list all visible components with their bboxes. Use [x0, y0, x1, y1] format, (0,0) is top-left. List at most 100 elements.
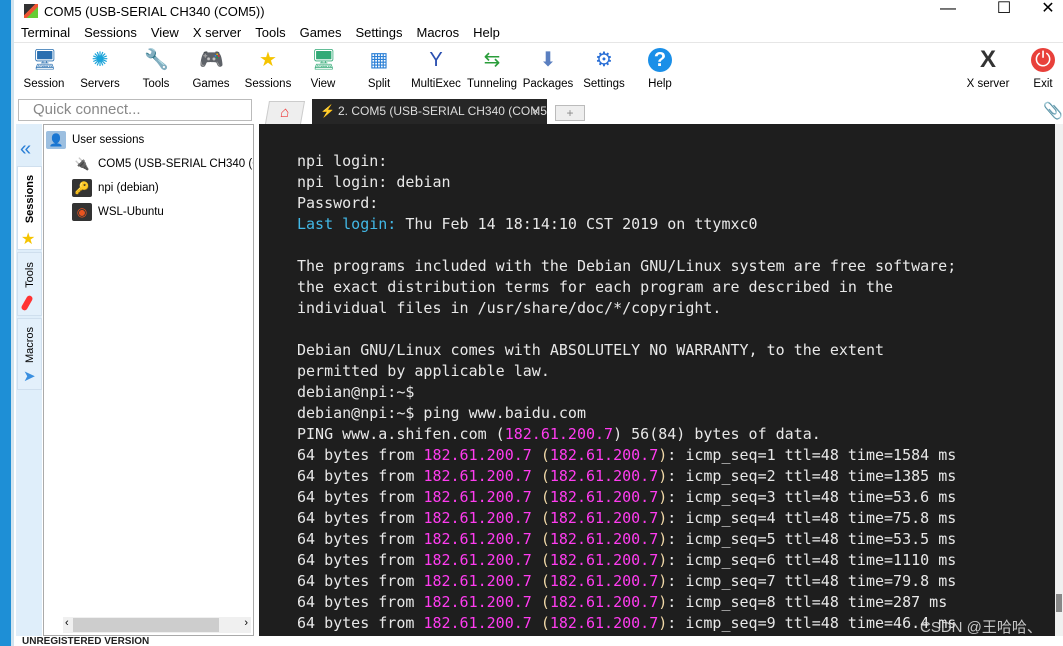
view-button[interactable]: 🖥 View	[295, 44, 351, 90]
session-button[interactable]: 🖥 Session	[16, 44, 72, 90]
tab-close-button[interactable]: ×	[532, 99, 539, 124]
menu-help[interactable]: Help	[466, 22, 507, 42]
terminal-text: 64 bytes from	[297, 509, 424, 527]
terminal-text: (	[531, 614, 550, 632]
terminal-text: Thu Feb 14 18:14:10 CST 2019 on ttymxc0	[396, 215, 758, 233]
scroll-right-icon[interactable]: ›	[244, 617, 248, 629]
tab-com5[interactable]: ⚡ 2. COM5 (USB-SERIAL CH340 (COM5)) ×	[312, 99, 547, 124]
help-button[interactable]: ? Help	[632, 44, 688, 90]
ip-address: 182.61.200.7	[549, 467, 659, 485]
terminal-text: )	[658, 488, 668, 506]
ip-address: 182.61.200.7	[549, 530, 659, 548]
terminal-text: (	[531, 509, 550, 527]
scroll-left-icon[interactable]: ‹	[65, 617, 69, 629]
terminal-text: : icmp_seq=7 ttl=48 time=79.8 ms	[667, 572, 957, 590]
watermark: CSDN @王哈哈、	[920, 619, 1042, 636]
tree-item-npi[interactable]: 🔑 npi (debian)	[72, 179, 159, 197]
terminal-line: The programs included with the Debian GN…	[297, 256, 956, 277]
menu-terminal[interactable]: Terminal	[14, 22, 77, 42]
multiexec-button[interactable]: Y MultiExec	[408, 44, 464, 90]
terminal-text: : icmp_seq=3 ttl=48 time=53.6 ms	[667, 488, 957, 506]
tree-item-wsl-ubuntu[interactable]: ◉ WSL-Ubuntu	[72, 203, 164, 221]
terminal-text: The programs included with the Debian GN…	[297, 257, 957, 275]
home-icon: ⌂	[278, 104, 292, 121]
ip-address: 182.61.200.7	[423, 446, 532, 464]
menu-sessions[interactable]: Sessions	[77, 22, 144, 42]
terminal-text: Password:	[297, 194, 379, 212]
scroll-thumb[interactable]	[73, 618, 219, 632]
terminal-line: 64 bytes from 182.61.200.7 (182.61.200.7…	[297, 613, 956, 634]
terminal-text: )	[658, 551, 668, 569]
side-tab-tools[interactable]: Tools	[17, 252, 42, 316]
side-tab-label: Tools	[23, 262, 36, 288]
new-tab-button[interactable]: +	[555, 105, 585, 121]
toolbar-label: MultiExec	[411, 78, 461, 90]
collapse-icon[interactable]: «	[20, 138, 31, 161]
terminal-line: permitted by applicable law.	[297, 361, 956, 382]
terminal-line: 64 bytes from 182.61.200.7 (182.61.200.7…	[297, 466, 956, 487]
ip-address: 182.61.200.7	[504, 425, 614, 443]
terminal-line: 64 bytes from 182.61.200.7 (182.61.200.7…	[297, 508, 956, 529]
settings-button[interactable]: ⚙ Settings	[576, 44, 632, 90]
maximize-button[interactable]: ☐	[981, 0, 1027, 22]
close-button[interactable]: ✕	[1025, 0, 1063, 22]
side-tab-macros[interactable]: Macros ➤	[17, 318, 42, 390]
window-title: COM5 (USB-SERIAL CH340 (COM5))	[44, 3, 265, 19]
terminal-text: 64 bytes from	[297, 446, 424, 464]
tools-button[interactable]: 🔧 Tools	[128, 44, 184, 90]
games-button[interactable]: 🎮 Games	[183, 44, 239, 90]
terminal-text: npi login: debian	[297, 173, 451, 191]
vertical-scrollbar[interactable]	[1055, 124, 1063, 636]
terminal-text: )	[658, 572, 668, 590]
horizontal-scrollbar[interactable]: ‹ ›	[63, 617, 251, 633]
terminal[interactable]: npi login: npi login: debian Password: Last…	[259, 124, 1055, 636]
servers-button[interactable]: ✺ Servers	[72, 44, 128, 90]
tab-bar: ⌂ ⚡ 2. COM5 (USB-SERIAL CH340 (COM5)) × …	[259, 99, 1063, 124]
exit-button[interactable]: ⏻ Exit	[1015, 44, 1063, 90]
menu-tools[interactable]: Tools	[248, 22, 292, 42]
terminal-text: (	[531, 572, 550, 590]
terminal-text: npi login:	[297, 152, 388, 170]
side-tab-label: Sessions	[23, 174, 36, 224]
ip-address: 182.61.200.7	[549, 551, 659, 569]
tunneling-button[interactable]: ⇆ Tunneling	[464, 44, 520, 90]
menu-x-server[interactable]: X server	[186, 22, 248, 42]
ip-address: 182.61.200.7	[423, 530, 532, 548]
fork-icon: Y	[429, 49, 443, 71]
menu-settings[interactable]: Settings	[349, 22, 410, 42]
terminal-text: : icmp_seq=1 ttl=48 time=1584 ms	[667, 446, 957, 464]
menu-view[interactable]: View	[144, 22, 186, 42]
x-server-button[interactable]: X X server	[960, 44, 1016, 91]
tree-item-com5[interactable]: 🔌 COM5 (USB-SERIAL CH340 (COM5))	[72, 155, 253, 173]
scroll-thumb[interactable]	[1056, 594, 1062, 612]
toolbar-label: Exit	[1033, 78, 1053, 90]
gamepad-icon: 🎮	[199, 49, 224, 71]
side-tab-sessions[interactable]: Sessions ★	[17, 166, 42, 250]
packages-button[interactable]: ⬇ Packages	[520, 44, 576, 90]
terminal-line: individual files in /usr/share/doc/*/cop…	[297, 298, 956, 319]
quick-connect-input[interactable]: Quick connect...	[18, 99, 252, 121]
toolbar-label: Games	[192, 78, 230, 90]
terminal-text: 64 bytes from	[297, 488, 424, 506]
menu-games[interactable]: Games	[293, 22, 349, 42]
ip-address: 182.61.200.7	[549, 614, 659, 632]
ip-address: 182.61.200.7	[423, 614, 532, 632]
sessions-button[interactable]: ★ Sessions	[240, 44, 296, 90]
ip-address: 182.61.200.7	[423, 488, 532, 506]
terminal-line: debian@npi:~$	[297, 382, 956, 403]
view-icon: 🖥	[311, 49, 337, 71]
terminal-output: npi login: npi login: debian Password: Last…	[297, 151, 956, 634]
ip-address: 182.61.200.7	[423, 572, 532, 590]
paperclip-icon[interactable]: 📎	[1043, 101, 1063, 121]
tree-root-user-sessions[interactable]: 👤 User sessions	[46, 131, 144, 149]
tunnel-icon: ⇆	[483, 49, 501, 71]
ip-address: 182.61.200.7	[549, 509, 659, 527]
menu-macros[interactable]: Macros	[409, 22, 466, 42]
split-button[interactable]: ▦ Split	[351, 44, 407, 90]
home-tab[interactable]: ⌂	[264, 101, 306, 124]
toolbar-label: Split	[367, 78, 391, 90]
minimize-button[interactable]: —	[925, 0, 971, 22]
terminal-text: 64 bytes from	[297, 467, 424, 485]
